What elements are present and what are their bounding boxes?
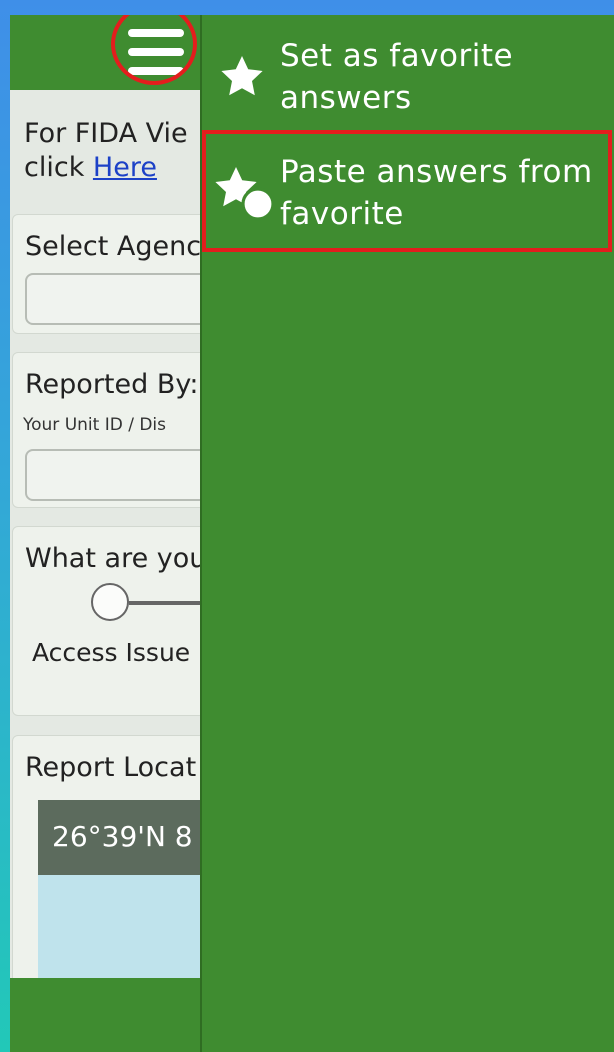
- agency-panel: Select Agenc: [12, 214, 202, 334]
- question-label: What are you: [25, 543, 202, 574]
- reported-by-panel: Reported By: Your Unit ID / Dis: [12, 352, 202, 508]
- map-coordinates: 26°39'N 8: [52, 820, 193, 853]
- reported-by-label: Reported By:: [25, 369, 199, 400]
- reported-by-hint: Your Unit ID / Dis: [23, 415, 167, 435]
- annotation-circle: [111, 15, 197, 85]
- info-text: For FIDA Vie: [24, 118, 188, 149]
- survey-form: For FIDA Vie click Here Select Agenc Rep…: [10, 90, 202, 978]
- set-favorite-menu-item[interactable]: Set as favorite answers: [202, 35, 614, 121]
- location-label: Report Locat: [25, 752, 197, 783]
- reported-by-input[interactable]: [25, 449, 202, 501]
- info-click-line: click Here: [24, 152, 157, 183]
- star-icon: [221, 56, 263, 96]
- question-panel: What are you: [12, 526, 202, 716]
- map-coordinate-bar: 26°39'N 8: [38, 800, 202, 875]
- access-issue-radio[interactable]: [91, 583, 129, 621]
- agency-label: Select Agenc: [25, 231, 202, 262]
- location-map[interactable]: [38, 875, 202, 978]
- agency-select[interactable]: [25, 273, 202, 325]
- annotation-highlight-box: [202, 130, 612, 252]
- app-footer: [10, 978, 202, 1052]
- info-click-text: click: [24, 152, 85, 183]
- app-window: For FIDA Vie click Here Select Agenc Rep…: [10, 15, 614, 1052]
- app-header: [10, 15, 202, 90]
- set-favorite-label-line2: answers: [280, 80, 412, 116]
- here-link[interactable]: Here: [93, 152, 157, 183]
- access-issue-option[interactable]: Access Issue: [32, 638, 190, 667]
- radio-connector: [129, 601, 202, 605]
- favorites-drawer: Set as favorite answers Paste answers fr…: [200, 15, 614, 1052]
- set-favorite-label-line1: Set as favorite: [280, 38, 514, 74]
